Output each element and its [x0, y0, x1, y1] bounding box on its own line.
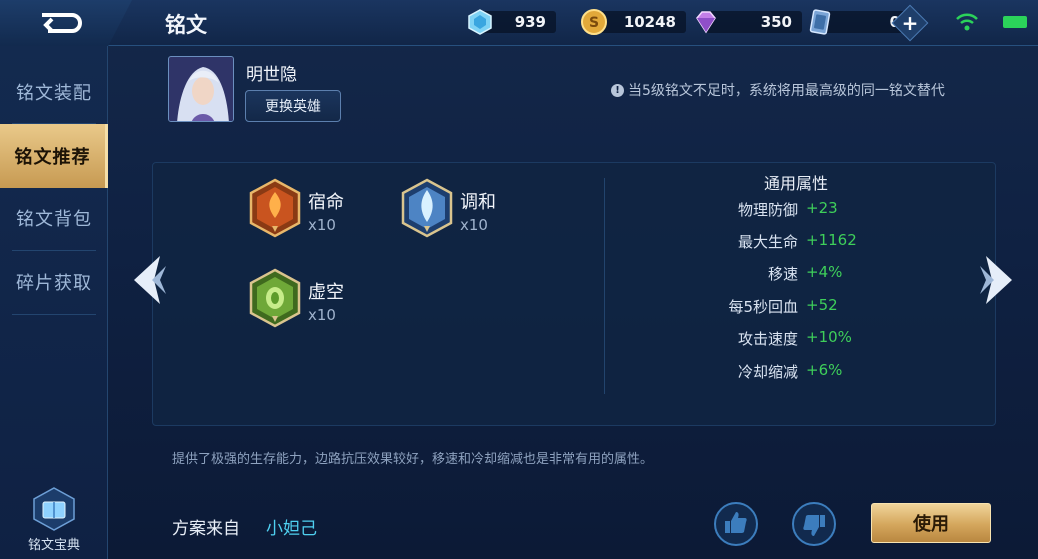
wifi-icon	[956, 13, 978, 31]
dislike-button[interactable]	[792, 502, 836, 546]
next-arrow-icon[interactable]	[978, 252, 1018, 308]
stat-value: +52	[806, 296, 838, 314]
svg-text:S: S	[589, 15, 599, 31]
stat-value: +4%	[806, 263, 843, 281]
gold-resource: S 10248	[580, 9, 686, 35]
stat-name: 每5秒回血	[728, 298, 798, 316]
sidebar-divider	[12, 314, 96, 315]
sidebar: 铭文装配 铭文推荐 铭文背包 碎片获取	[0, 46, 108, 559]
codex-label: 铭文宝典	[27, 538, 80, 553]
rune-screen: 铭文 939 S 10248 350 + 铭文装配 铭文推荐 铭文背包 碎片获取…	[0, 0, 1038, 559]
stat-row: 冷却缩减 +6%	[620, 361, 980, 383]
stat-name: 移速	[767, 265, 798, 283]
hero-portrait[interactable]	[168, 56, 234, 122]
stat-name: 冷却缩减	[737, 363, 798, 381]
sidebar-item-rune-recommend[interactable]: 铭文推荐	[0, 124, 108, 188]
stat-value: +1162	[806, 231, 857, 249]
red-rune-icon	[249, 178, 301, 238]
add-ticket-button[interactable]: +	[891, 4, 929, 42]
crystal-icon	[696, 11, 716, 34]
stat-value: +6%	[806, 361, 843, 379]
stat-value: +10%	[806, 328, 852, 346]
top-bar: 铭文 939 S 10248 350 +	[0, 0, 1038, 46]
rune-codex-button[interactable]: 铭文宝典	[18, 486, 90, 559]
thumbs-up-icon	[725, 512, 747, 533]
stats-title: 通用属性	[764, 174, 829, 193]
rune-count: x10	[308, 216, 336, 234]
stat-name: 物理防御	[737, 201, 798, 219]
stat-row: 每5秒回血 +52	[620, 296, 980, 318]
info-icon: !	[611, 83, 624, 97]
panel-divider	[604, 178, 605, 394]
stat-value: +23	[806, 199, 838, 217]
page-title: 铭文	[165, 13, 207, 37]
hero-name: 明世隐	[246, 65, 297, 85]
gold-coin-icon: S	[581, 9, 607, 35]
codex-book-icon	[33, 487, 75, 531]
crystal-resource: 350	[692, 10, 802, 34]
rune-count: x10	[460, 216, 488, 234]
sidebar-item-fragments[interactable]: 碎片获取	[0, 250, 108, 314]
crystal-count: 350	[706, 11, 802, 33]
plus-icon: +	[901, 11, 919, 35]
use-button[interactable]: 使用	[871, 503, 991, 543]
sidebar-item-rune-equip[interactable]: 铭文装配	[0, 60, 108, 124]
blue-rune-icon	[401, 178, 453, 238]
stat-name: 最大生命	[737, 233, 798, 251]
prev-arrow-icon[interactable]	[128, 252, 168, 308]
hero-portrait-image	[169, 57, 233, 121]
rune-name: 宿命	[308, 192, 344, 213]
like-button[interactable]	[714, 502, 758, 546]
green-rune-icon	[249, 268, 301, 328]
source-author-link[interactable]: 小妲己	[266, 514, 317, 539]
back-button[interactable]	[0, 0, 132, 46]
notice-text: 当5级铭文不足时，系统将用最高级的同一铭文替代	[628, 83, 945, 99]
rune-name: 虚空	[308, 282, 344, 303]
battery-icon	[1003, 16, 1027, 28]
rune-blue[interactable]: 调和 x10	[400, 178, 560, 248]
stat-row: 物理防御 +23	[620, 199, 980, 221]
thumbs-down-icon	[803, 515, 825, 536]
rune-notice: ! 当5级铭文不足时，系统将用最高级的同一铭文替代	[611, 80, 945, 100]
stat-row: 移速 +4%	[620, 263, 980, 285]
stat-row: 攻击速度 +10%	[620, 328, 980, 350]
source-label: 方案来自	[172, 519, 240, 539]
change-hero-button[interactable]: 更换英雄	[245, 90, 341, 122]
rune-count: x10	[308, 306, 336, 324]
ticket-card-icon	[809, 9, 831, 35]
sidebar-item-rune-bag[interactable]: 铭文背包	[0, 186, 108, 250]
diamond-resource: 939	[466, 9, 556, 35]
rune-green[interactable]: 虚空 x10	[248, 268, 408, 338]
stat-row: 最大生命 +1162	[620, 231, 980, 253]
rune-name: 调和	[460, 192, 496, 213]
back-arrow-icon	[42, 13, 82, 33]
rune-description: 提供了极强的生存能力，边路抗压效果较好，移速和冷却缩减也是非常有用的属性。	[172, 452, 654, 467]
diamond-icon	[468, 9, 492, 35]
rune-red[interactable]: 宿命 x10	[248, 178, 408, 248]
stat-name: 攻击速度	[737, 330, 798, 348]
